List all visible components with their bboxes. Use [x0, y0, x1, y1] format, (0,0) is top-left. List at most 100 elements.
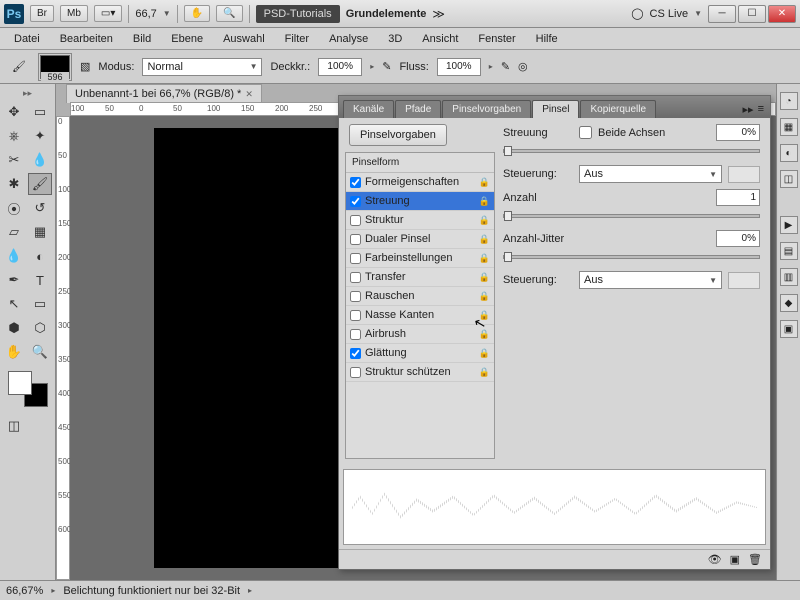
trash-icon[interactable]: 🗑 [748, 553, 762, 566]
menu-fenster[interactable]: Fenster [470, 31, 523, 47]
lasso-tool[interactable]: ⎈ [2, 125, 26, 147]
brush-option-checkbox[interactable] [350, 291, 361, 302]
brush-option-1[interactable]: Streuung🔒 [346, 192, 494, 211]
lock-icon[interactable]: 🔒 [479, 367, 490, 378]
brush-option-0[interactable]: Formeigenschaften🔒 [346, 173, 494, 192]
crop-tool[interactable]: ✂ [2, 149, 26, 171]
chevron-down-icon[interactable]: ▼ [163, 9, 171, 18]
brush-presets-button[interactable]: Pinselvorgaben [349, 124, 447, 146]
minibridge-button[interactable]: Mb [60, 5, 88, 22]
magic-wand-tool[interactable]: ✦ [28, 125, 52, 147]
panel-tab-pfade[interactable]: Pfade [395, 100, 441, 118]
steuerung-extra[interactable] [728, 166, 760, 183]
streuung-slider[interactable] [503, 149, 760, 153]
lock-icon[interactable]: 🔒 [479, 272, 490, 283]
pen-tool[interactable]: ✒ [2, 269, 26, 291]
brush-option-6[interactable]: Rauschen🔒 [346, 287, 494, 306]
tablet-pressure-size-icon[interactable]: ◎ [518, 60, 528, 73]
brush-tool-icon[interactable]: 🖌 [8, 56, 30, 78]
workspace-preset[interactable]: PSD-Tutorials [256, 5, 340, 23]
jitter-input[interactable] [716, 230, 760, 247]
brush-option-checkbox[interactable] [350, 234, 361, 245]
panel-tab-kopierquelle[interactable]: Kopierquelle [580, 100, 656, 118]
chevron-icon[interactable]: ▸ [51, 586, 55, 595]
jitter-slider[interactable] [503, 255, 760, 259]
streuung-input[interactable] [716, 124, 760, 141]
brush-option-3[interactable]: Dualer Pinsel🔒 [346, 230, 494, 249]
color-swatches[interactable] [8, 371, 48, 407]
lock-icon[interactable]: 🔒 [479, 177, 490, 188]
eyedropper-tool[interactable]: 💧 [28, 149, 52, 171]
brush-option-10[interactable]: Struktur schützen🔒 [346, 363, 494, 382]
screen-mode-button[interactable]: ▭▾ [94, 5, 122, 22]
brush-tool[interactable]: 🖌 [28, 173, 52, 195]
styles-panel-icon[interactable]: ◫ [780, 170, 798, 188]
brush-option-checkbox[interactable] [350, 177, 361, 188]
cslive-icon[interactable]: ◯ [631, 7, 643, 20]
channels-panel-icon[interactable]: ▥ [780, 268, 798, 286]
modus-dropdown[interactable]: Normal▼ [142, 58, 262, 76]
gradient-tool[interactable]: ▦ [28, 221, 52, 243]
maximize-button[interactable]: ☐ [738, 5, 766, 23]
menu-icon[interactable]: ≡ [758, 103, 764, 116]
fluss-input[interactable] [437, 58, 481, 76]
lock-icon[interactable]: 🔒 [479, 196, 490, 207]
lock-icon[interactable]: 🔒 [479, 215, 490, 226]
brush-option-checkbox[interactable] [350, 253, 361, 264]
history-panel-icon[interactable]: ▣ [780, 320, 798, 338]
airbrush-icon[interactable]: ✎ [501, 60, 510, 73]
brush-option-9[interactable]: Glättung🔒 [346, 344, 494, 363]
quickmask-tool[interactable]: ◫ [2, 415, 26, 437]
brush-option-checkbox[interactable] [350, 310, 361, 321]
tablet-pressure-opacity-icon[interactable]: ✎ [382, 60, 391, 73]
more-icon[interactable]: ≫ [432, 7, 445, 21]
blur-tool[interactable]: 💧 [2, 245, 26, 267]
lock-icon[interactable]: 🔒 [479, 253, 490, 264]
lock-icon[interactable]: 🔒 [479, 329, 490, 340]
deckkraft-input[interactable] [318, 58, 362, 76]
close-tab-icon[interactable]: ✕ [245, 89, 253, 100]
menu-hilfe[interactable]: Hilfe [528, 31, 566, 47]
shape-tool[interactable]: ▭ [28, 293, 52, 315]
menu-filter[interactable]: Filter [277, 31, 317, 47]
lock-icon[interactable]: 🔒 [479, 234, 490, 245]
anzahl-slider[interactable] [503, 214, 760, 218]
color-panel-icon[interactable]: ◔ [780, 92, 798, 110]
move-tool[interactable]: ✥ [2, 101, 26, 123]
brush-panel-toggle-icon[interactable]: ▧ [80, 60, 90, 73]
menu-bearbeiten[interactable]: Bearbeiten [52, 31, 121, 47]
marquee-tool[interactable]: ▭ [28, 101, 52, 123]
brush-shape-header[interactable]: Pinselform [346, 153, 494, 173]
paths-panel-icon[interactable]: ◆ [780, 294, 798, 312]
panel-tab-pinselvorgaben[interactable]: Pinselvorgaben [442, 100, 531, 118]
dodge-tool[interactable]: ◐ [28, 245, 52, 267]
brush-preset-picker[interactable]: 596 [38, 53, 72, 81]
play-icon[interactable]: ▶ [780, 216, 798, 234]
brush-option-checkbox[interactable] [350, 272, 361, 283]
brush-option-checkbox[interactable] [350, 215, 361, 226]
menu-ebene[interactable]: Ebene [163, 31, 211, 47]
hand-tool-button[interactable]: ✋ [184, 5, 210, 22]
document-tab[interactable]: Unbenannt-1 bei 66,7% (RGB/8) *✕ [66, 84, 262, 103]
lock-icon[interactable]: 🔒 [479, 291, 490, 302]
chevron-icon[interactable]: ▸ [489, 62, 493, 71]
both-axes-checkbox[interactable] [579, 126, 592, 139]
menu-analyse[interactable]: Analyse [321, 31, 376, 47]
steuerung-dropdown[interactable]: Aus▼ [579, 165, 722, 183]
anzahl-input[interactable] [716, 189, 760, 206]
zoom-level[interactable]: 66,7 [135, 8, 156, 20]
layers-panel-icon[interactable]: ▤ [780, 242, 798, 260]
brush-option-2[interactable]: Struktur🔒 [346, 211, 494, 230]
cslive-label[interactable]: CS Live [650, 8, 689, 20]
status-zoom[interactable]: 66,67% [6, 585, 43, 597]
swatches-panel-icon[interactable]: ▦ [780, 118, 798, 136]
brush-option-8[interactable]: Airbrush🔒 [346, 325, 494, 344]
chevron-icon[interactable]: ▸ [248, 586, 252, 595]
minimize-button[interactable]: ─ [708, 5, 736, 23]
menu-3d[interactable]: 3D [380, 31, 410, 47]
history-brush-tool[interactable]: ↺ [28, 197, 52, 219]
lock-icon[interactable]: 🔒 [479, 348, 490, 359]
close-button[interactable]: ✕ [768, 5, 796, 23]
canvas[interactable] [154, 128, 344, 568]
toggle-preview-icon[interactable]: 👁 [708, 553, 722, 566]
